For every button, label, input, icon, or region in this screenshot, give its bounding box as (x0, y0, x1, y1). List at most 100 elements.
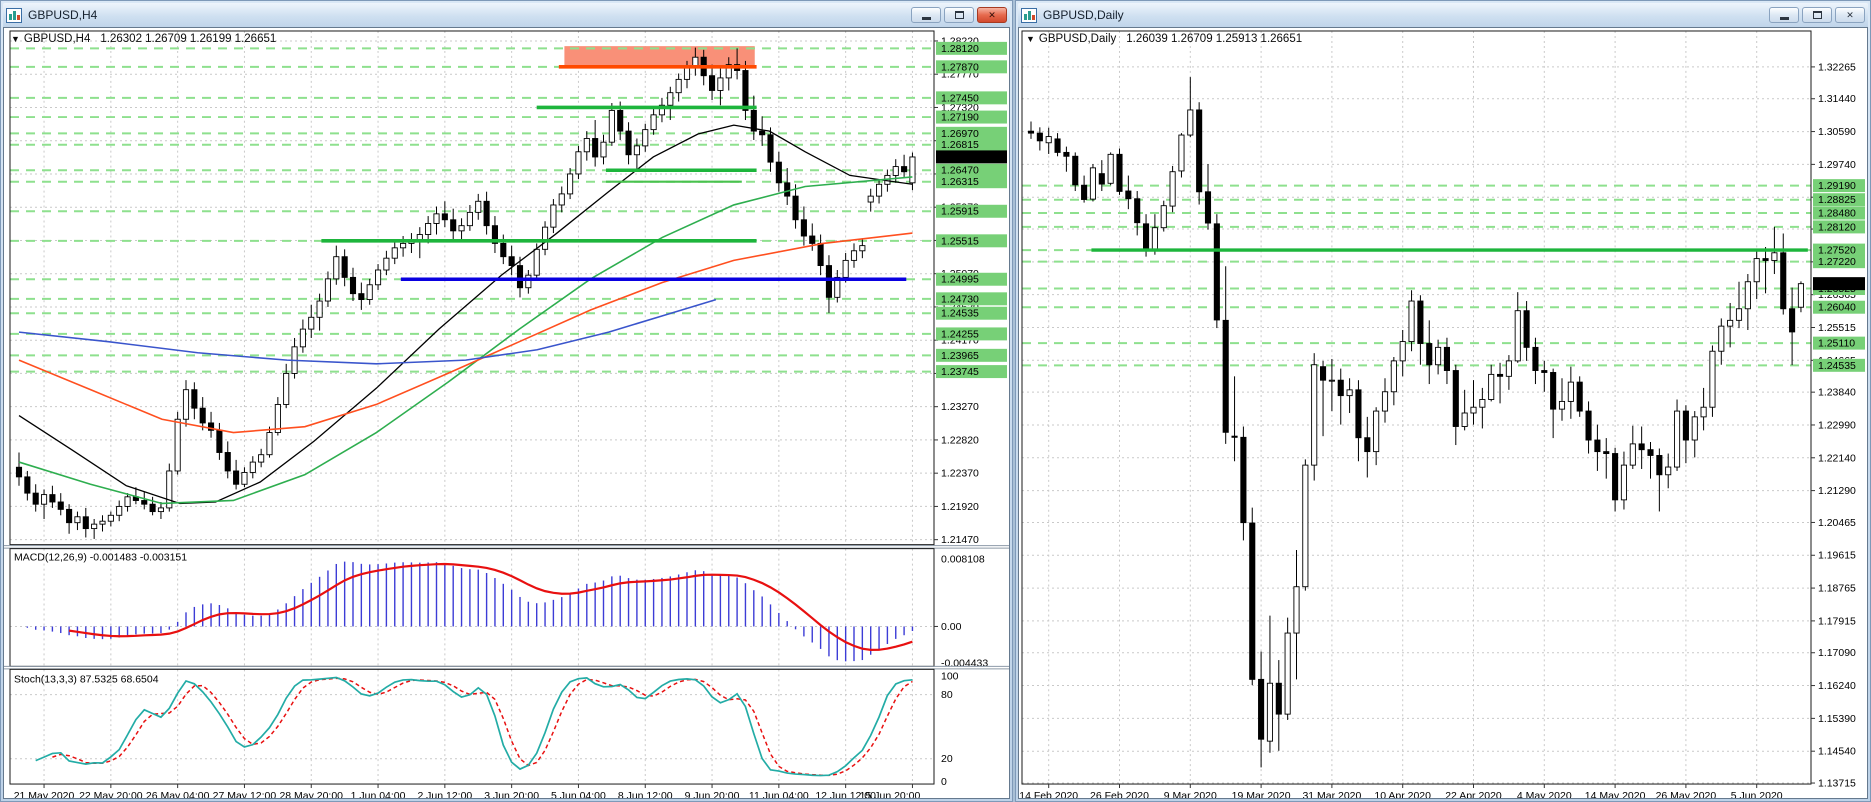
chart-ohlc: 1.26302 1.26709 1.26199 1.26651 (100, 33, 277, 45)
svg-text:1.27870: 1.27870 (941, 62, 979, 73)
window-titlebar[interactable]: GBPUSD,Daily ✕ (1018, 3, 1868, 27)
green-level-lines[interactable] (1022, 184, 1811, 367)
svg-text:1.28825: 1.28825 (1818, 195, 1856, 206)
svg-text:22 May 20:00: 22 May 20:00 (79, 791, 143, 798)
chart-window-h4: GBPUSD,H4 ✕ ▼ GBPUSD,H4 1.26302 1.26709 1.… (0, 0, 1013, 802)
price-axis[interactable]: 1.282201.277701.273201.268701.264201.259… (934, 36, 1007, 546)
svg-text:2 Jun 12:00: 2 Jun 12:00 (417, 791, 472, 798)
svg-text:10 Apr 2020: 10 Apr 2020 (1374, 791, 1431, 798)
svg-text:1.21290: 1.21290 (1818, 486, 1856, 497)
svg-text:1.22370: 1.22370 (941, 469, 979, 480)
maximize-icon (1812, 11, 1822, 19)
chart-client-area[interactable]: ▼ GBPUSD,H4 1.26302 1.26709 1.26199 1.2665… (3, 27, 1010, 799)
svg-text:1.20465: 1.20465 (1818, 518, 1856, 529)
price-grid (10, 40, 934, 541)
ma-orange (18, 232, 913, 434)
svg-text:1.14540: 1.14540 (1818, 747, 1856, 758)
macd-pane[interactable]: MACD(12,26,9) -0.001483 -0.003151 0.00810… (9, 548, 988, 670)
maximize-button[interactable] (944, 7, 974, 23)
svg-text:1.26315: 1.26315 (941, 177, 979, 188)
svg-text:1.25915: 1.25915 (941, 207, 979, 218)
minimize-button[interactable] (1769, 7, 1799, 23)
svg-text:1.17915: 1.17915 (1818, 616, 1856, 627)
svg-text:11 Jun 04:00: 11 Jun 04:00 (749, 791, 809, 798)
window-titlebar[interactable]: GBPUSD,H4 ✕ (3, 3, 1010, 27)
time-axis[interactable]: 21 May 2020 22 May 20:00 26 May 04:00 27 Ma… (14, 784, 921, 798)
svg-text:1.24730: 1.24730 (941, 294, 979, 305)
close-button[interactable]: ✕ (1835, 7, 1865, 23)
chart-info-line: ▼ GBPUSD,Daily 1.26039 1.26709 1.25913 1.2… (1026, 33, 1302, 45)
svg-text:1 Jun 04:00: 1 Jun 04:00 (351, 791, 406, 798)
dropdown-marker-icon[interactable]: ▼ (11, 34, 20, 44)
svg-text:1.21920: 1.21920 (941, 502, 979, 513)
svg-text:1.24535: 1.24535 (1818, 361, 1856, 372)
svg-text:26 May 04:00: 26 May 04:00 (146, 791, 210, 798)
candles-layer (1027, 77, 1804, 768)
svg-text:1.24995: 1.24995 (941, 275, 979, 286)
svg-text:1.27220: 1.27220 (1818, 257, 1856, 268)
chart-client-area[interactable]: ▼ GBPUSD,Daily 1.26039 1.26709 1.25913 1.2… (1018, 27, 1868, 799)
svg-text:19 Mar 2020: 19 Mar 2020 (1232, 791, 1291, 798)
svg-text:5 Jun 04:00: 5 Jun 04:00 (551, 791, 606, 798)
svg-text:80: 80 (941, 690, 953, 701)
svg-text:1.23965: 1.23965 (941, 351, 979, 362)
svg-text:1.27450: 1.27450 (941, 93, 979, 104)
chart-window-daily: GBPUSD,Daily ✕ ▼ GBPUSD,Daily 1.26039 1.26… (1015, 0, 1871, 802)
main-pane-frame (9, 30, 935, 546)
svg-text:1.25515: 1.25515 (941, 236, 979, 247)
svg-text:0.008108: 0.008108 (941, 555, 985, 566)
svg-text:Stoch(13,3,3) 87.5325 68.6504: Stoch(13,3,3) 87.5325 68.6504 (14, 674, 159, 685)
chart-icon (1021, 7, 1037, 23)
svg-text:1.13715: 1.13715 (1818, 779, 1856, 790)
svg-text:1.25515: 1.25515 (1818, 323, 1856, 334)
maximize-icon (954, 11, 964, 19)
minimize-icon (921, 17, 931, 20)
svg-text:1.26815: 1.26815 (941, 140, 979, 151)
svg-text:22 Apr 2020: 22 Apr 2020 (1445, 791, 1502, 798)
chart-ohlc: 1.26039 1.26709 1.25913 1.26651 (1126, 33, 1303, 45)
svg-text:1.18765: 1.18765 (1818, 584, 1856, 595)
svg-text:1.26651: 1.26651 (941, 152, 979, 163)
svg-text:1.29190: 1.29190 (1818, 181, 1856, 192)
svg-text:26 Feb 2020: 26 Feb 2020 (1090, 791, 1149, 798)
svg-text:1.27190: 1.27190 (941, 113, 979, 124)
macd-signal-line (68, 562, 913, 651)
stoch-pane[interactable]: Stoch(13,3,3) 87.5325 68.6504 100 80 20 0 (9, 668, 959, 788)
svg-text:28 May 20:00: 28 May 20:00 (279, 791, 343, 798)
svg-text:MACD(12,26,9) -0.001483 -0.003: MACD(12,26,9) -0.001483 -0.003151 (14, 553, 187, 564)
svg-text:27 May 12:00: 27 May 12:00 (213, 791, 277, 798)
svg-text:1.27520: 1.27520 (1818, 246, 1856, 257)
svg-text:14 Feb 2020: 14 Feb 2020 (1019, 791, 1078, 798)
daily-chart-canvas[interactable]: 1.322651.314401.305901.297401.288901.280… (1019, 28, 1867, 798)
svg-text:1.32265: 1.32265 (1818, 62, 1856, 73)
chart-symbol: GBPUSD,H4 (23, 33, 91, 45)
ma-blue (18, 298, 717, 365)
svg-text:1.22140: 1.22140 (1818, 453, 1856, 464)
svg-text:1.26970: 1.26970 (941, 129, 979, 140)
svg-text:1.21470: 1.21470 (941, 535, 979, 546)
svg-text:9 Mar 2020: 9 Mar 2020 (1164, 791, 1217, 798)
svg-text:1.22990: 1.22990 (1818, 420, 1856, 431)
mt4-workspace: { "app": {"background": "#a9c0d6"}, "col… (0, 0, 1871, 802)
maximize-button[interactable] (1802, 7, 1832, 23)
svg-text:100: 100 (941, 671, 959, 682)
time-grid (1048, 30, 1758, 785)
stoch-main-line (35, 676, 913, 777)
close-icon: ✕ (988, 9, 996, 20)
svg-text:1.26651: 1.26651 (1818, 279, 1856, 290)
window-title: GBPUSD,Daily (1043, 8, 1124, 22)
svg-text:1.28480: 1.28480 (1818, 209, 1856, 220)
svg-text:0.00: 0.00 (941, 622, 962, 633)
minimize-icon (1779, 17, 1789, 20)
candles-layer (15, 47, 916, 539)
dropdown-marker-icon[interactable]: ▼ (1026, 34, 1035, 44)
chart-icon (6, 7, 22, 23)
time-axis[interactable]: 14 Feb 2020 26 Feb 2020 9 Mar 2020 19 Mar 2… (1019, 784, 1783, 798)
chart-symbol: GBPUSD,Daily (1038, 33, 1117, 45)
svg-text:14 May 2020: 14 May 2020 (1585, 791, 1646, 798)
svg-text:5 Jun 2020: 5 Jun 2020 (1731, 791, 1783, 798)
h4-chart-canvas[interactable]: 1.282201.277701.273201.268701.264201.259… (4, 28, 1009, 798)
price-axis[interactable]: 1.322651.314401.305901.297401.288901.280… (1811, 62, 1865, 790)
close-button[interactable]: ✕ (977, 7, 1007, 23)
minimize-button[interactable] (911, 7, 941, 23)
